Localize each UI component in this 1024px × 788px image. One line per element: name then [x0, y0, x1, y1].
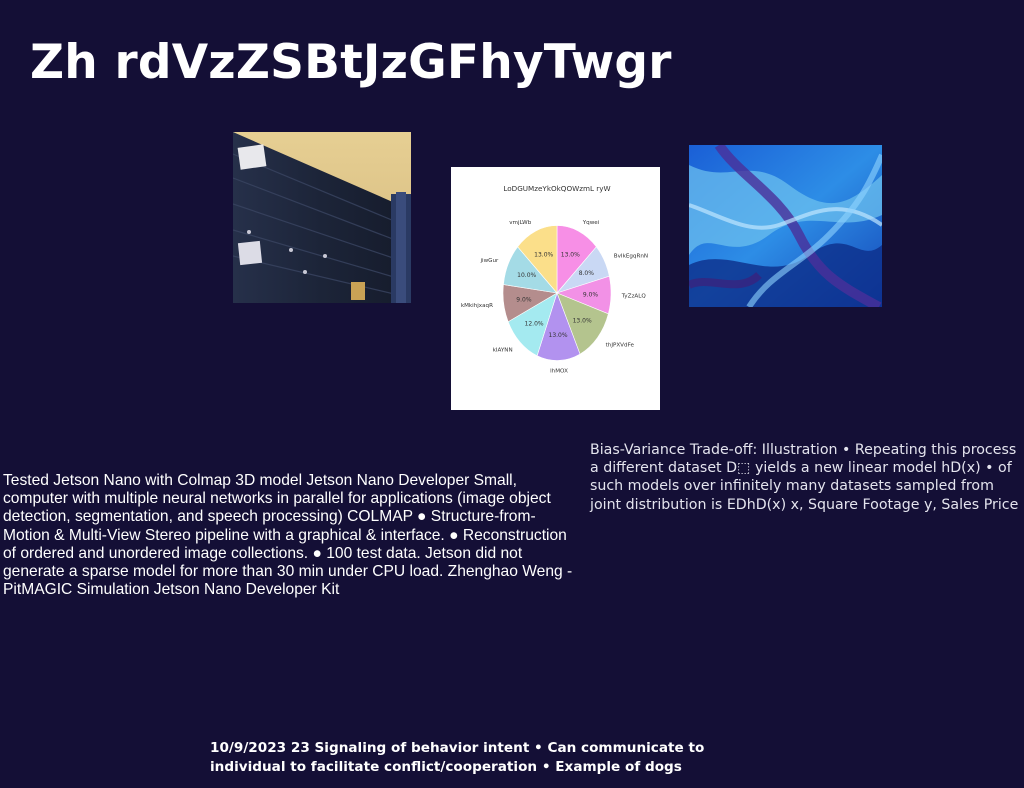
pie-percent-label: 13.0%: [534, 252, 553, 259]
pie-category-label: BvIkEgqRnN: [614, 254, 648, 260]
pie-percent-label: 13.0%: [549, 332, 568, 339]
pie-title: LoDGUMzeYkOkQOWzmL ryW: [503, 184, 610, 193]
pie-percent-label: 9.0%: [583, 291, 599, 298]
footer-text: 10/9/2023 23 Signaling of behavior inten…: [210, 740, 705, 775]
pie-percent-label: 8.0%: [579, 270, 595, 277]
pie-chart-image: LoDGUMzeYkOkQOWzmL ryW 13.0% Yqwei 8.0% BvIk…: [451, 167, 660, 410]
slide-title: Zh rdVzZSBtJzGFhyTwgr: [30, 35, 672, 90]
pie-category-label: TyZzALQ: [621, 293, 647, 299]
pie-percent-label: 9.0%: [516, 297, 532, 304]
pie-category-label: vmjLWb: [509, 220, 531, 226]
pie-percent-label: 12.0%: [525, 321, 544, 328]
blue-texture-photo: [689, 145, 882, 307]
dock-photo: [233, 132, 411, 303]
pie-category-label: thJPXVdFe: [606, 342, 635, 348]
pie-percent-label: 13.0%: [573, 318, 592, 325]
pie-category-label: kIAYNN: [493, 348, 513, 354]
pie-percent-label: 10.0%: [517, 272, 536, 279]
pie-percent-label: 13.0%: [561, 252, 580, 259]
pie-category-label: jiwGur: [479, 258, 499, 264]
pie-category-label: Yqwei: [582, 220, 600, 226]
body-text-left: Tested Jetson Nano with Colmap 3D model …: [3, 472, 573, 599]
body-text-right: Bias-Variance Trade-off: Illustration • …: [590, 442, 1019, 513]
pie-category-label: kMkihjxaqR: [461, 303, 493, 309]
pie-category-label: lhMOX: [550, 369, 568, 375]
